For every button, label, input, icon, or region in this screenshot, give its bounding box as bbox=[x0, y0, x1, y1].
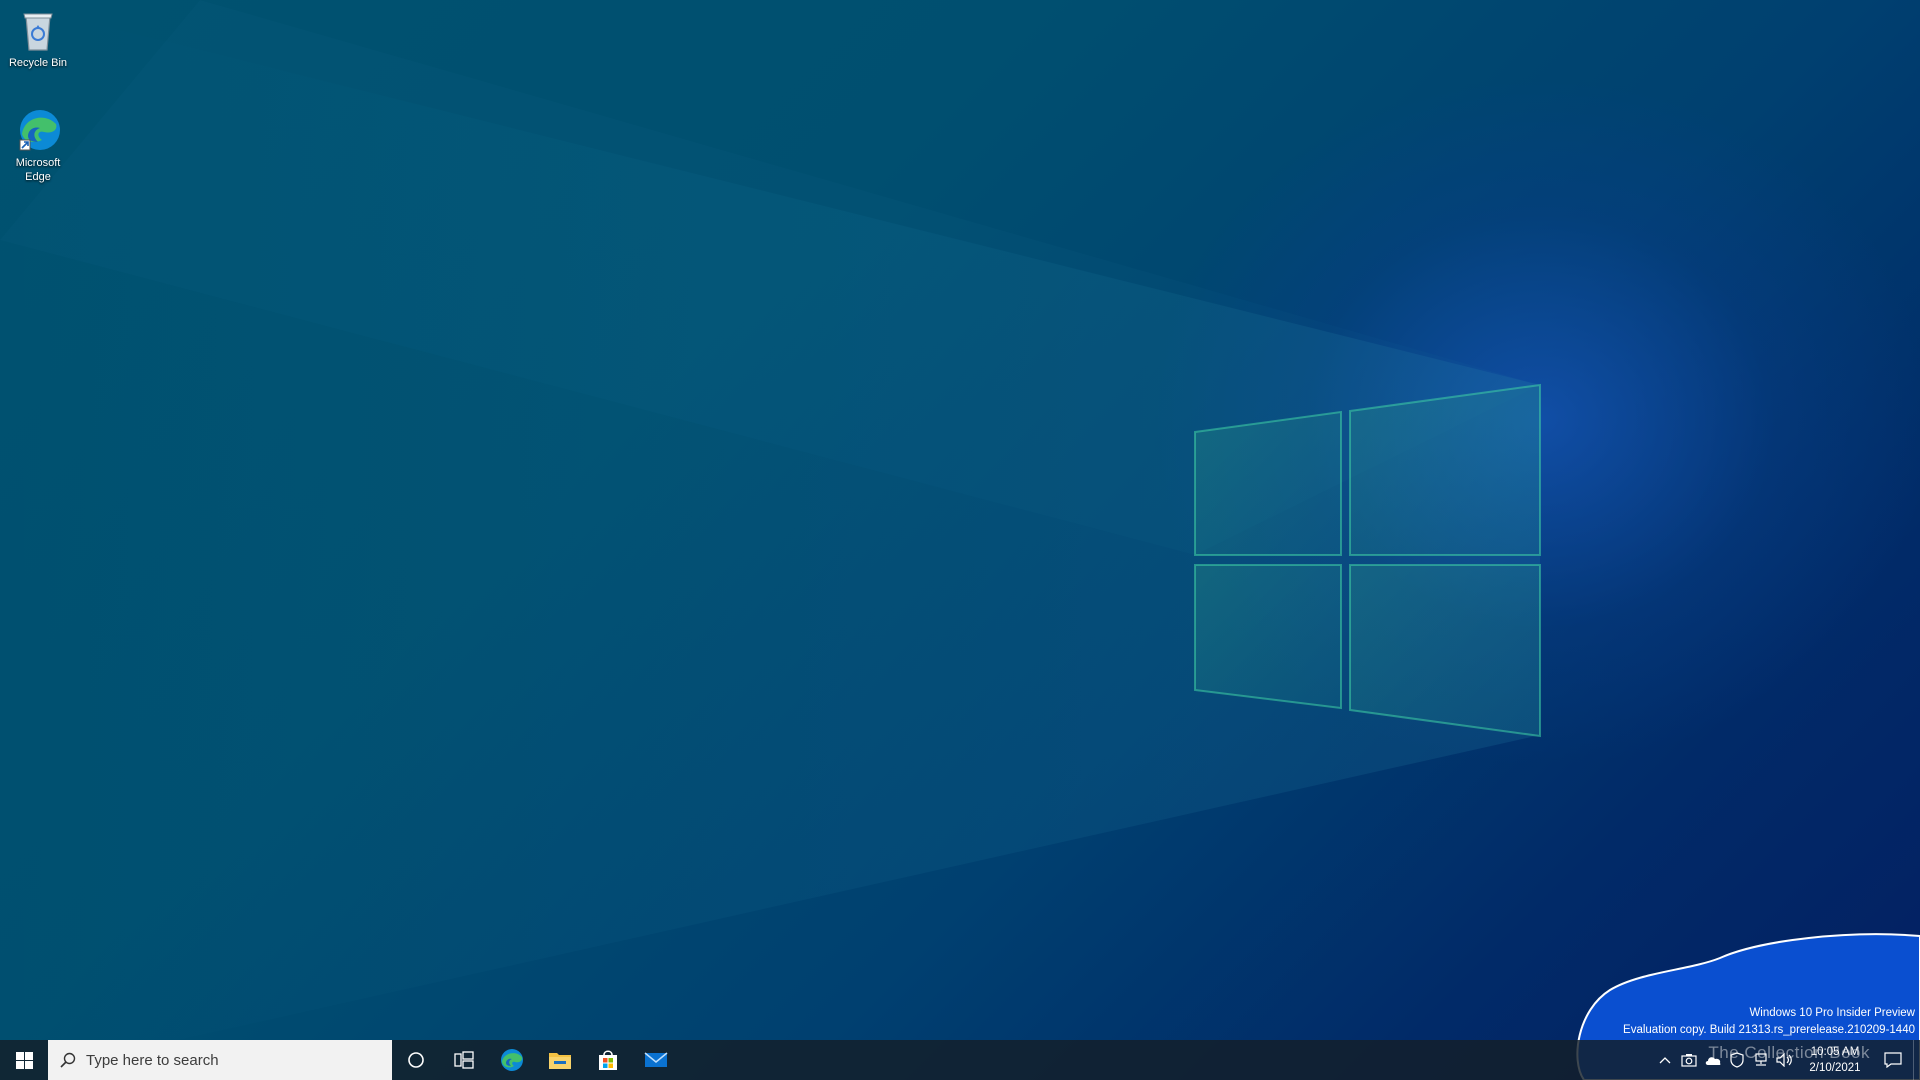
desktop-icon-recycle-bin[interactable]: Recycle Bin bbox=[4, 6, 72, 70]
clock[interactable]: 10:05 AM 2/10/2021 bbox=[1797, 1040, 1873, 1080]
store-icon bbox=[599, 1050, 617, 1070]
system-tray: 10:05 AM 2/10/2021 bbox=[1653, 1040, 1920, 1080]
show-hidden-icons-button[interactable] bbox=[1653, 1040, 1677, 1080]
show-desktop-button[interactable] bbox=[1913, 1040, 1920, 1080]
search-placeholder: Type here to search bbox=[86, 1051, 219, 1069]
tray-onedrive[interactable] bbox=[1701, 1040, 1725, 1080]
desktop: Recycle Bin Microsoft Edge Windows 10 Pr… bbox=[0, 0, 1920, 1080]
start-button[interactable] bbox=[0, 1040, 48, 1080]
edge-icon bbox=[501, 1049, 523, 1071]
tray-security[interactable] bbox=[1725, 1040, 1749, 1080]
network-icon bbox=[1755, 1053, 1767, 1066]
tray-camera[interactable] bbox=[1677, 1040, 1701, 1080]
watermark-edition: Windows 10 Pro Insider Preview bbox=[1749, 1007, 1915, 1019]
windows-logo-icon bbox=[15, 1051, 33, 1069]
camera-icon bbox=[1681, 1054, 1697, 1067]
shield-icon bbox=[1730, 1052, 1744, 1068]
desktop-icon-label: Microsoft Edge bbox=[15, 157, 61, 183]
action-center-button[interactable] bbox=[1873, 1040, 1913, 1080]
edge-icon bbox=[19, 110, 60, 151]
tray-volume[interactable] bbox=[1773, 1040, 1797, 1080]
chevron-up-icon bbox=[1659, 1057, 1671, 1064]
recycle-bin-icon bbox=[23, 13, 53, 51]
windows-logo-wallpaper bbox=[0, 0, 1541, 1080]
activation-watermark: Windows 10 Pro Insider Preview Evaluatio… bbox=[1623, 1005, 1915, 1039]
tray-network[interactable] bbox=[1749, 1040, 1773, 1080]
taskbar-store[interactable] bbox=[584, 1040, 632, 1080]
taskbar-mail[interactable] bbox=[632, 1040, 680, 1080]
cortana-button[interactable] bbox=[392, 1040, 440, 1080]
clock-time: 10:05 AM bbox=[1810, 1046, 1860, 1058]
desktop-icon-label: Recycle Bin bbox=[8, 57, 68, 69]
taskbar-file-explorer[interactable] bbox=[536, 1040, 584, 1080]
desktop-icon-microsoft-edge[interactable]: Microsoft Edge bbox=[4, 106, 72, 184]
search-box[interactable]: Type here to search bbox=[48, 1040, 392, 1080]
clock-date: 2/10/2021 bbox=[1809, 1062, 1861, 1074]
search-icon bbox=[60, 1052, 76, 1068]
watermark-build: Evaluation copy. Build 21313.rs_prerelea… bbox=[1623, 1024, 1915, 1036]
taskbar-edge[interactable] bbox=[488, 1040, 536, 1080]
task-view-icon bbox=[454, 1051, 474, 1069]
file-explorer-icon bbox=[549, 1053, 571, 1069]
volume-icon bbox=[1776, 1053, 1792, 1067]
notifications-icon bbox=[1884, 1052, 1902, 1068]
taskbar: Type here to search 10:05 AM 2/10/2021 bbox=[0, 1040, 1920, 1080]
cortana-icon bbox=[408, 1052, 424, 1068]
mail-icon bbox=[644, 1052, 668, 1067]
onedrive-cloud-icon bbox=[1705, 1057, 1721, 1065]
task-view-button[interactable] bbox=[440, 1040, 488, 1080]
